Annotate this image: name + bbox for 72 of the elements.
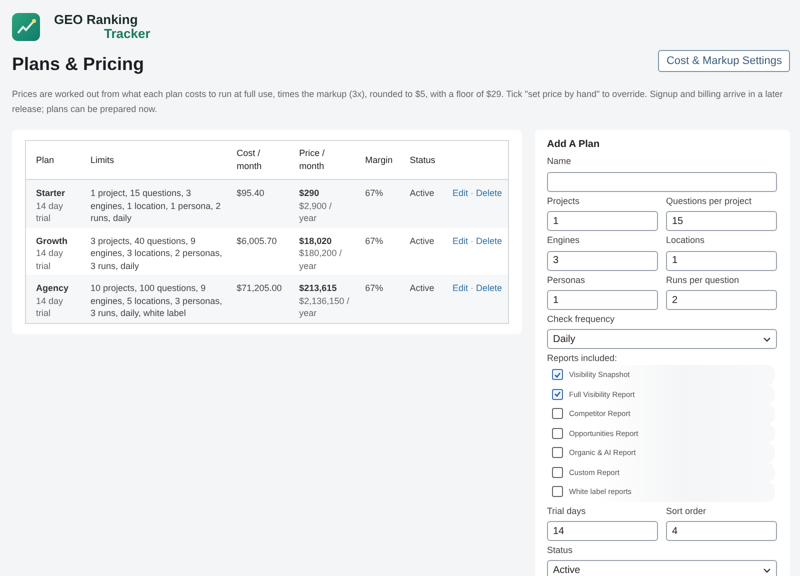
price-value: $18,020 xyxy=(299,234,333,247)
field-label: Engines xyxy=(547,234,581,246)
field-label: Sort order xyxy=(666,504,708,516)
input-field[interactable]: 2 xyxy=(666,290,777,310)
settings-button[interactable]: Cost & Markup Settings xyxy=(658,50,790,72)
price-value: $213,615 xyxy=(299,282,338,294)
delete-link[interactable]: Delete xyxy=(476,236,502,246)
chevron-down-icon xyxy=(763,568,771,572)
field-label: Name xyxy=(547,155,572,167)
chevron-down-icon xyxy=(763,336,771,342)
trial-label: 14 day trial xyxy=(36,294,64,320)
edit-link[interactable]: Edit xyxy=(452,283,468,293)
brand-tagline: Tracker xyxy=(104,27,150,41)
checkbox[interactable] xyxy=(552,388,563,400)
price-value: $290 xyxy=(299,187,320,200)
select-field[interactable]: Daily xyxy=(547,329,777,349)
field-label: Trial days xyxy=(547,504,587,516)
separator-dot: · xyxy=(470,188,474,198)
delete-link[interactable]: Delete xyxy=(476,188,502,198)
field-label: Reports included: xyxy=(547,352,618,364)
checkbox[interactable] xyxy=(552,369,563,380)
checkbox[interactable] xyxy=(552,428,563,439)
limits-cell: 1 project, 15 questions, 3 engines, 1 location, 1 persona, 2 runs, daily xyxy=(80,180,227,228)
field-label: Questions per project xyxy=(666,194,753,206)
yearly-price: $2,136,150 / year xyxy=(299,294,350,320)
plan-name: Growth xyxy=(36,234,68,247)
trial-label: 14 day trial xyxy=(36,247,64,272)
field-label: Locations xyxy=(666,234,706,246)
plan-name: Starter xyxy=(36,187,66,200)
cost-cell: $95.40 xyxy=(226,180,290,228)
field-label: Status xyxy=(547,544,574,556)
input-field[interactable]: 15 xyxy=(666,211,777,231)
checkbox[interactable] xyxy=(552,466,563,478)
input-field[interactable]: 4 xyxy=(666,521,777,541)
brand-name: GEO Ranking xyxy=(54,13,139,27)
logo-icon xyxy=(12,13,40,41)
page-title: Plans & Pricing xyxy=(12,54,144,75)
field-label: Personas xyxy=(547,274,586,286)
limits-cell: 10 projects, 100 questions, 9 engines, 5 locations, 3 personas, 3 runs, daily, white label xyxy=(80,275,227,323)
input-field[interactable]: 3 xyxy=(547,250,658,270)
field-label: Runs per question xyxy=(666,274,740,286)
margin-cell: 67% xyxy=(355,180,400,228)
edit-link[interactable]: Edit xyxy=(452,236,468,246)
margin-cell: 67% xyxy=(355,228,400,275)
input-field[interactable]: 1 xyxy=(547,211,658,231)
description-text: Prices are worked out from what each plan costs to run at full use, times the markup (3x), rounded to $5, with a floor of $29. Tick "set price by hand" to override. Signup and billing arrive in a later release; plans can be prepared now. xyxy=(12,88,784,116)
status-cell: Active xyxy=(400,228,442,275)
input-field[interactable]: 1 xyxy=(547,290,658,310)
plan-name: Agency xyxy=(36,282,70,294)
cost-cell: $71,205.00 xyxy=(226,275,290,323)
checkbox[interactable] xyxy=(552,486,563,498)
cost-cell: $6,005.70 xyxy=(226,228,290,275)
trial-label: 14 day trial xyxy=(36,200,64,224)
yearly-price: $180,200 / year xyxy=(299,247,343,272)
checkbox[interactable] xyxy=(552,447,563,458)
field-label: Projects xyxy=(547,194,581,206)
edit-link[interactable]: Edit xyxy=(452,188,468,198)
field-label: Check frequency xyxy=(547,313,616,325)
separator-dot: · xyxy=(470,236,474,246)
input-field[interactable]: 1 xyxy=(666,250,777,270)
yearly-price: $2,900 / year xyxy=(299,200,333,224)
margin-cell: 67% xyxy=(355,275,400,323)
delete-link[interactable]: Delete xyxy=(476,283,502,293)
status-cell: Active xyxy=(400,180,442,228)
limits-cell: 3 projects, 40 questions, 9 engines, 3 locations, 2 personas, 3 runs, daily xyxy=(80,228,227,275)
select-field[interactable]: Active xyxy=(547,560,777,576)
input-field[interactable]: 14 xyxy=(547,521,658,541)
input-field[interactable] xyxy=(547,172,777,192)
separator-dot: · xyxy=(470,283,474,293)
status-cell: Active xyxy=(400,275,442,323)
checkbox[interactable] xyxy=(552,408,563,420)
form-title: Add A Plan xyxy=(547,139,601,150)
